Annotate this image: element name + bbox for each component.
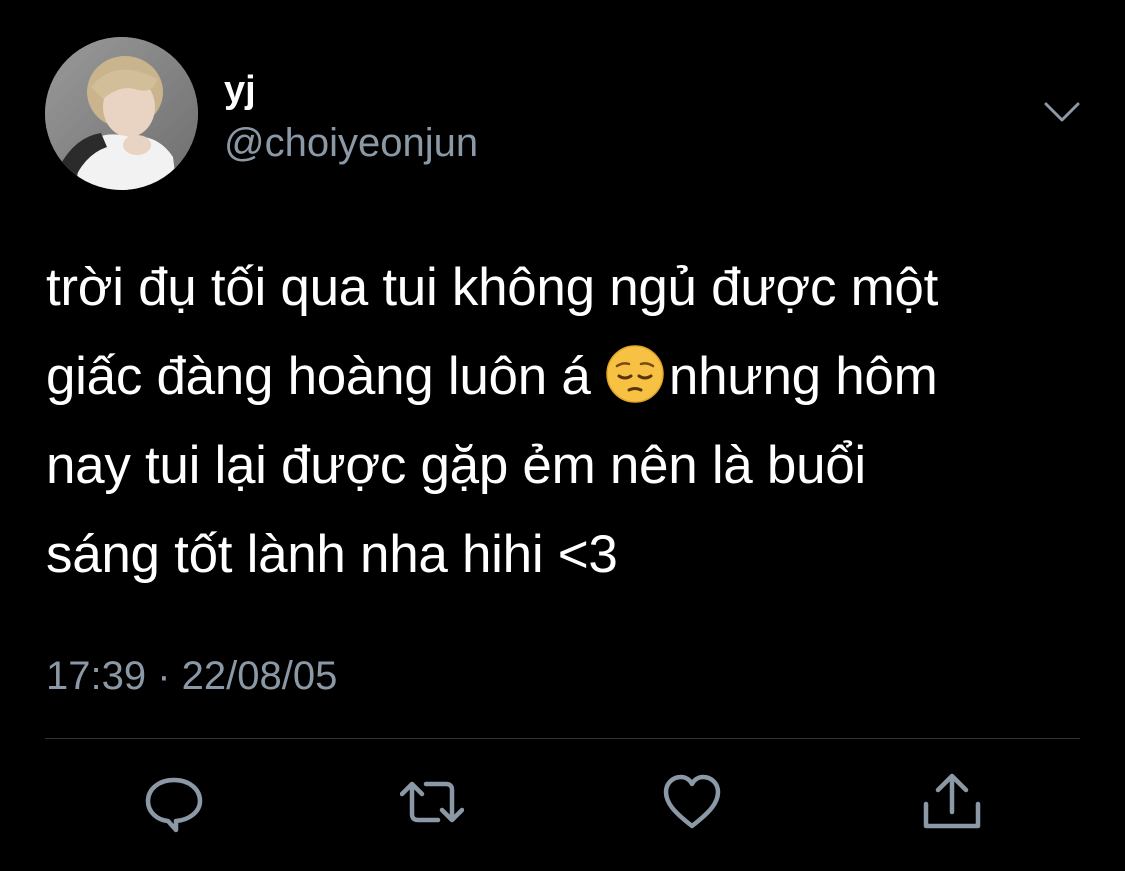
share-icon[interactable] <box>920 770 984 834</box>
tweet-text: trời đụ tối qua tui không ngủ được một g… <box>46 243 1096 599</box>
tweet-line-part: nhưng hôm <box>668 347 938 406</box>
tweet-line: trời đụ tối qua tui không ngủ được một <box>46 258 939 317</box>
tweet-timestamp[interactable]: 17:39 · 22/08/05 <box>46 653 337 699</box>
reply-icon[interactable] <box>142 770 206 834</box>
divider <box>45 738 1080 739</box>
tweet-line: giấc đàng hoàng luôn á nhưng hôm <box>46 332 1096 421</box>
tweet-line: nay tui lại được gặp ẻm nên là buổi <box>46 436 866 495</box>
chevron-down-icon[interactable] <box>1040 96 1084 128</box>
display-name[interactable]: yj <box>224 68 256 112</box>
tweet-line-part: giấc đàng hoàng luôn á <box>46 347 605 406</box>
tweet-line: sáng tốt lành nha hihi <3 <box>46 525 618 584</box>
pensive-face-icon <box>605 342 665 403</box>
retweet-icon[interactable] <box>400 770 464 834</box>
avatar-photo <box>45 37 198 190</box>
like-icon[interactable] <box>660 770 724 834</box>
avatar[interactable] <box>45 37 198 190</box>
user-handle[interactable]: @choiyeonjun <box>224 120 478 166</box>
